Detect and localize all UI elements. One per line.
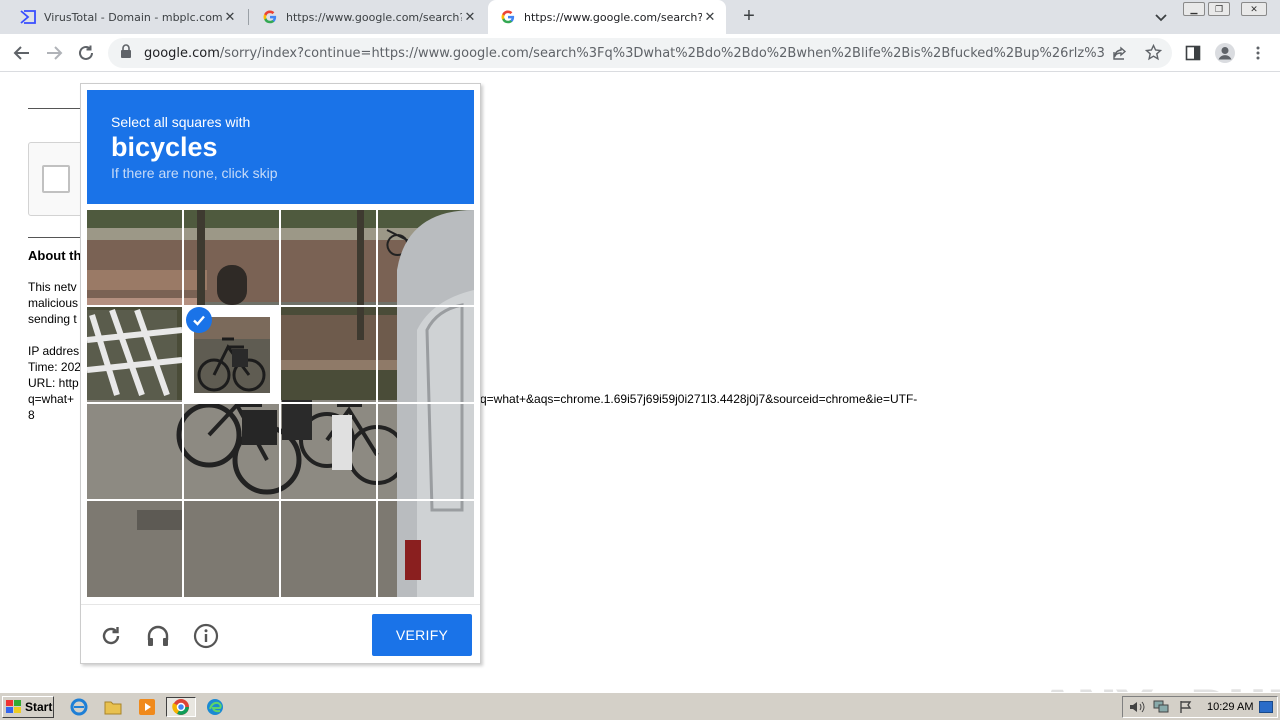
ip-address-line: IP addres bbox=[28, 344, 80, 358]
tab-title: https://www.google.com/search?q= bbox=[286, 10, 462, 24]
address-bar[interactable]: google.com/sorry/index?continue=https://… bbox=[108, 38, 1172, 68]
info-icon[interactable] bbox=[193, 623, 219, 649]
challenge-target: bicycles bbox=[111, 132, 218, 162]
grid-tile[interactable] bbox=[87, 307, 183, 403]
tab-strip: VirusTotal - Domain - mbplc.com ✕ https:… bbox=[0, 0, 1280, 34]
windows-logo-icon bbox=[6, 700, 22, 714]
windows-taskbar: Start 10:29 AM bbox=[0, 692, 1280, 720]
new-tab-button[interactable]: + bbox=[738, 6, 760, 28]
internet-explorer-icon[interactable] bbox=[68, 697, 90, 717]
divider bbox=[28, 237, 82, 238]
clock: 10:29 AM bbox=[1207, 701, 1254, 713]
start-button[interactable]: Start bbox=[2, 696, 54, 718]
grid-tile[interactable] bbox=[378, 404, 474, 500]
challenge-instruction: Select all squares with bbox=[111, 114, 251, 130]
profile-avatar-icon[interactable] bbox=[1213, 41, 1237, 65]
grid-tile[interactable] bbox=[184, 501, 280, 597]
grid-tile[interactable] bbox=[281, 307, 377, 403]
start-label: Start bbox=[25, 700, 53, 714]
audio-challenge-headphones-icon[interactable] bbox=[145, 623, 171, 649]
checkmark-icon bbox=[186, 307, 212, 333]
grid-tile[interactable] bbox=[87, 210, 183, 306]
grid-tile[interactable] bbox=[378, 210, 474, 306]
grid-tile[interactable] bbox=[378, 307, 474, 403]
recaptcha-checkbox[interactable] bbox=[42, 165, 70, 193]
share-icon[interactable] bbox=[1112, 45, 1128, 66]
lock-icon[interactable] bbox=[120, 43, 132, 63]
google-icon bbox=[262, 9, 278, 25]
reload-challenge-icon[interactable] bbox=[98, 623, 124, 649]
bookmark-star-icon[interactable] bbox=[1144, 43, 1163, 66]
recaptcha-challenge-dialog: Select all squares with bicycles If ther… bbox=[80, 83, 481, 664]
back-arrow-icon[interactable] bbox=[10, 41, 34, 65]
google-icon bbox=[500, 9, 516, 25]
tab-separator bbox=[248, 9, 249, 25]
paragraph-line: malicious bbox=[28, 296, 79, 310]
grid-tile[interactable] bbox=[87, 404, 183, 500]
challenge-hint: If there are none, click skip bbox=[111, 165, 278, 181]
close-icon[interactable]: ✕ bbox=[702, 9, 718, 25]
about-heading: About th bbox=[28, 248, 82, 263]
grid-line bbox=[87, 499, 474, 501]
kebab-menu-icon[interactable] bbox=[1246, 41, 1270, 65]
minimize-window-button[interactable]: ▁ bbox=[1183, 2, 1205, 16]
challenge-header: Select all squares with bicycles If ther… bbox=[87, 90, 474, 204]
tab-google-search-2[interactable]: https://www.google.com/search?q= ✕ bbox=[488, 0, 726, 34]
close-icon[interactable]: ✕ bbox=[462, 9, 478, 25]
divider bbox=[28, 108, 82, 109]
grid-tile[interactable] bbox=[184, 210, 280, 306]
browser-toolbar: google.com/sorry/index?continue=https://… bbox=[0, 34, 1280, 72]
close-icon[interactable]: ✕ bbox=[222, 9, 238, 25]
grid-line bbox=[87, 402, 474, 404]
tab-google-search-1[interactable]: https://www.google.com/search?q= ✕ bbox=[250, 0, 486, 34]
url-continuation: q=what+&aqs=chrome.1.69i57j69i59j0i271l3… bbox=[480, 392, 918, 406]
close-window-button[interactable]: ✕ bbox=[1241, 2, 1267, 16]
file-explorer-icon[interactable] bbox=[102, 697, 124, 717]
url-host: google.com bbox=[144, 45, 220, 61]
challenge-image-grid bbox=[87, 210, 474, 597]
tab-title: VirusTotal - Domain - mbplc.com bbox=[44, 10, 222, 24]
chrome-icon[interactable] bbox=[166, 697, 196, 717]
grid-tile[interactable] bbox=[281, 501, 377, 597]
challenge-footer: VERIFY bbox=[81, 604, 480, 664]
time-line: Time: 202 bbox=[28, 360, 81, 374]
grid-line bbox=[87, 305, 474, 307]
edge-icon[interactable] bbox=[204, 697, 226, 717]
grid-tile[interactable] bbox=[87, 501, 183, 597]
url-line: URL: http bbox=[28, 376, 79, 390]
restore-window-button[interactable]: ❐ bbox=[1208, 2, 1230, 16]
recaptcha-checkbox-widget[interactable] bbox=[28, 142, 88, 216]
forward-arrow-icon[interactable] bbox=[42, 41, 66, 65]
address-url: google.com/sorry/index?continue=https://… bbox=[144, 46, 1104, 61]
tab-search-chevron-icon[interactable] bbox=[1152, 8, 1170, 26]
verify-button[interactable]: VERIFY bbox=[372, 614, 472, 656]
paragraph-line: This netv bbox=[28, 280, 77, 294]
reload-icon[interactable] bbox=[74, 41, 98, 65]
grid-tile[interactable] bbox=[378, 501, 474, 597]
url-line-wrap: q=what+ bbox=[28, 392, 75, 406]
url-path: /sorry/index?continue=https://www.google… bbox=[219, 45, 1104, 61]
grid-tile[interactable] bbox=[184, 404, 280, 500]
system-tray: 10:29 AM bbox=[1122, 696, 1278, 718]
show-desktop-icon[interactable] bbox=[1259, 701, 1273, 713]
side-panel-icon[interactable] bbox=[1181, 41, 1205, 65]
volume-icon[interactable] bbox=[1129, 700, 1145, 717]
url-line-wrap-end: 8 bbox=[28, 408, 35, 422]
virustotal-icon bbox=[20, 9, 36, 25]
tab-virustotal[interactable]: VirusTotal - Domain - mbplc.com ✕ bbox=[8, 0, 246, 34]
network-icon[interactable] bbox=[1153, 700, 1169, 717]
action-center-flag-icon[interactable] bbox=[1179, 700, 1193, 717]
tab-title: https://www.google.com/search?q= bbox=[524, 10, 702, 24]
grid-tile[interactable] bbox=[281, 404, 377, 500]
grid-tile[interactable] bbox=[281, 210, 377, 306]
media-player-icon[interactable] bbox=[136, 697, 158, 717]
paragraph-line: sending t bbox=[28, 312, 77, 326]
